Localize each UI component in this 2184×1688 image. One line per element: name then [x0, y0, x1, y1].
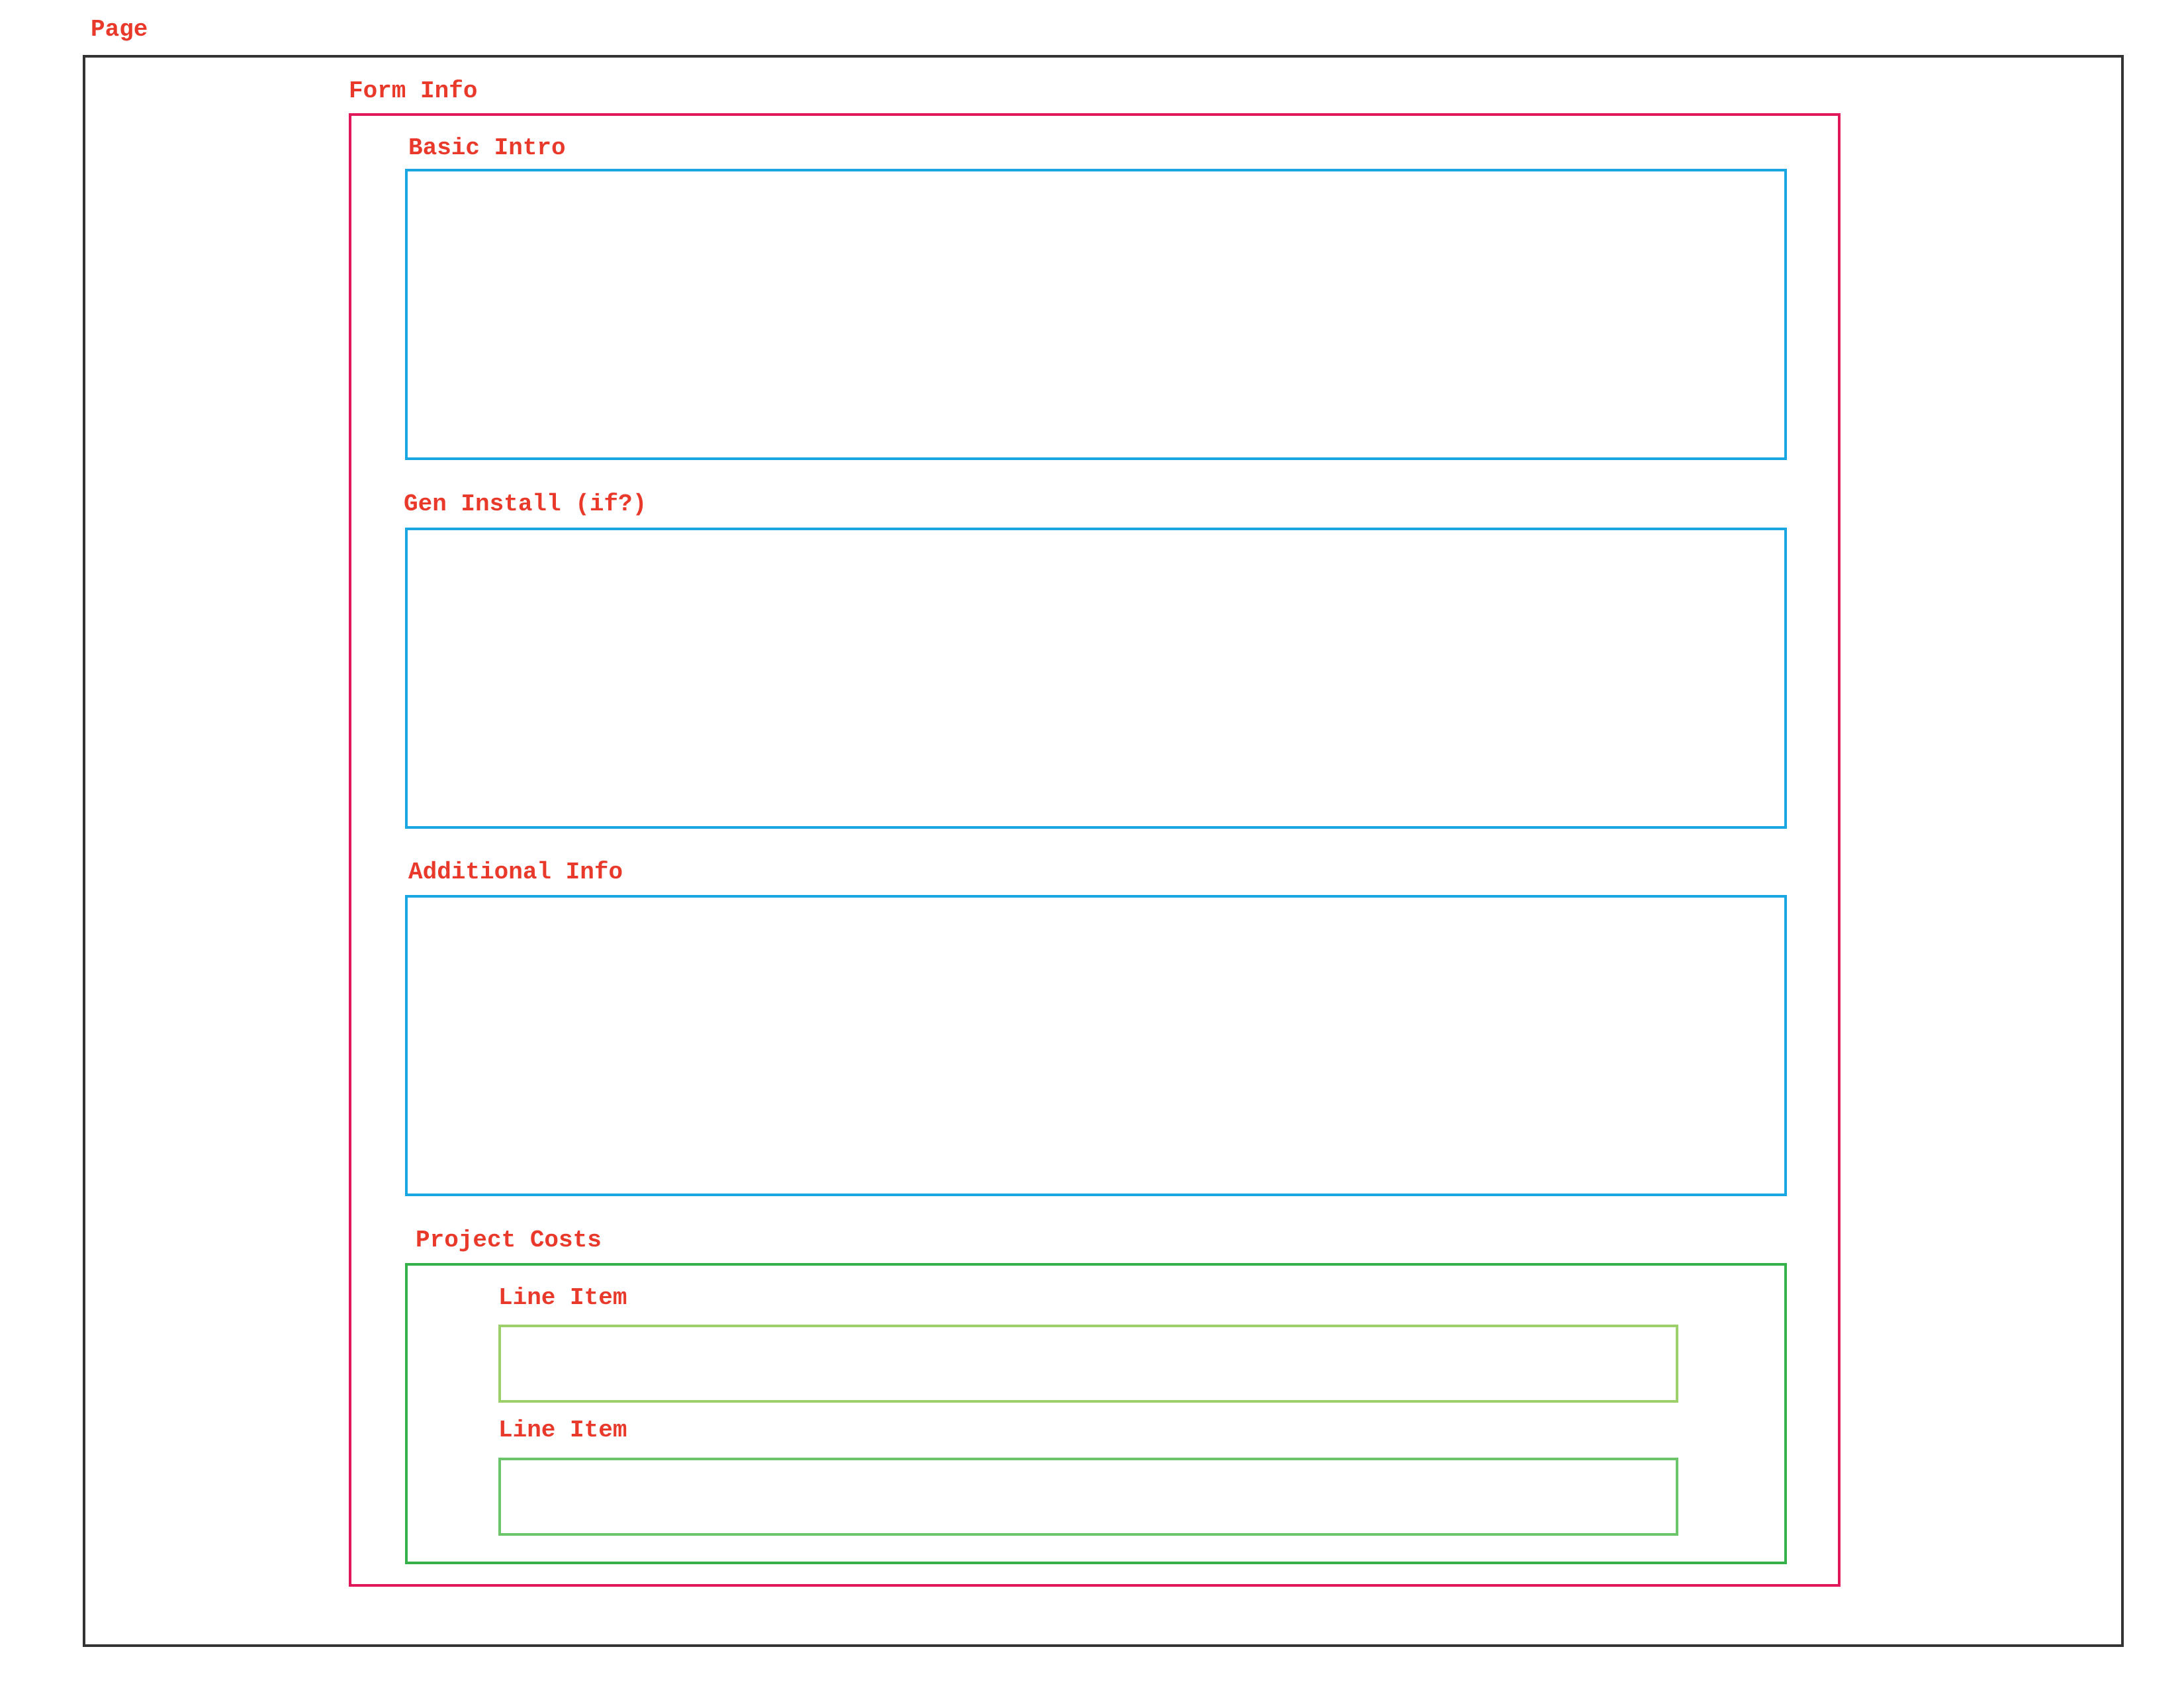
gen-install-label: Gen Install (if?)	[404, 491, 647, 518]
line-item-box	[498, 1458, 1678, 1536]
additional-info-section	[405, 895, 1787, 1196]
additional-info-label: Additional Info	[408, 859, 623, 886]
form-info-label: Form Info	[349, 77, 478, 105]
basic-intro-section	[405, 169, 1787, 460]
project-costs-label: Project Costs	[416, 1227, 602, 1254]
basic-intro-label: Basic Intro	[408, 134, 566, 162]
line-item-label: Line Item	[498, 1417, 627, 1444]
line-item-box	[498, 1325, 1678, 1403]
gen-install-section	[405, 528, 1787, 829]
page-label: Page	[91, 16, 148, 43]
line-item-label: Line Item	[498, 1284, 627, 1311]
